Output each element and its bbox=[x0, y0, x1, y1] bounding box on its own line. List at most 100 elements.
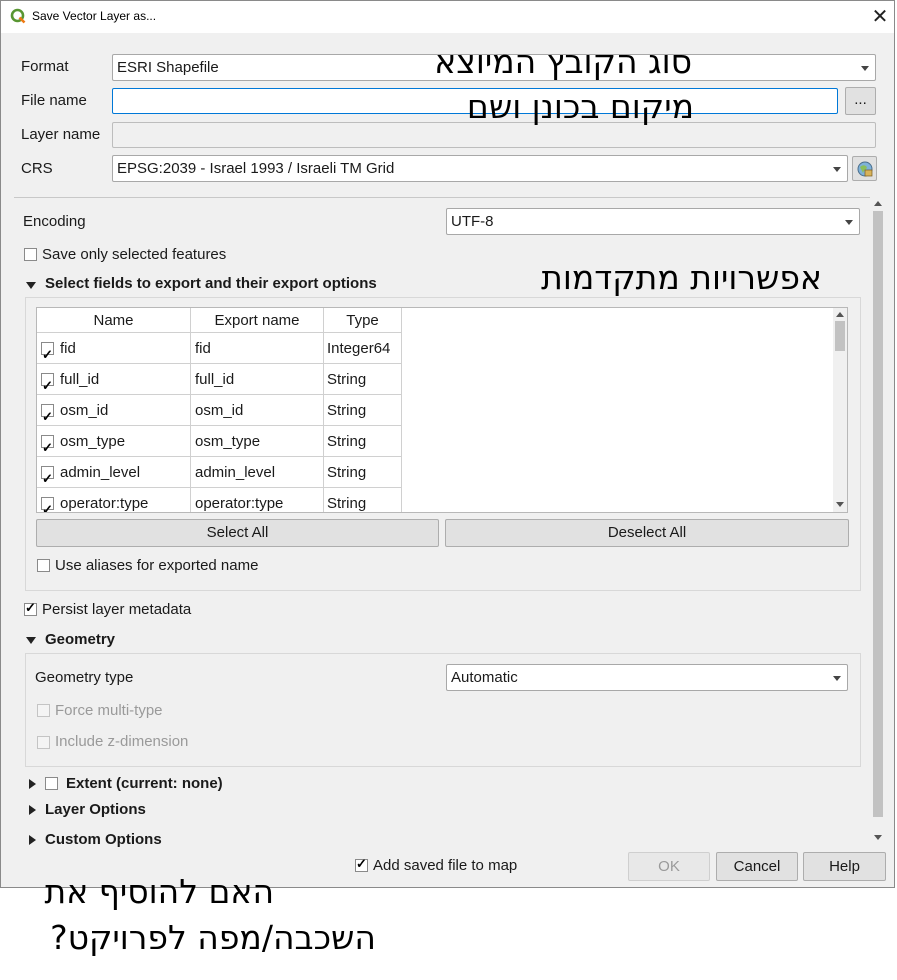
use-aliases-label: Use aliases for exported name bbox=[55, 557, 259, 574]
options-scrollbar[interactable] bbox=[871, 197, 885, 847]
field-checkbox[interactable] bbox=[41, 401, 54, 425]
crs-selector-button[interactable] bbox=[852, 156, 877, 181]
field-export-name[interactable]: osm_id bbox=[191, 395, 324, 426]
browse-button[interactable]: ... bbox=[845, 87, 876, 115]
field-export-name[interactable]: fid bbox=[191, 333, 324, 364]
force-multi-label: Force multi-type bbox=[55, 702, 163, 719]
field-checkbox[interactable] bbox=[41, 339, 54, 363]
save-vector-layer-dialog: Save Vector Layer as... ✕ Format ESRI Sh… bbox=[0, 0, 895, 888]
geometry-type-combobox[interactable]: Automatic bbox=[446, 664, 848, 691]
field-checkbox[interactable] bbox=[41, 432, 54, 456]
field-name: full_id bbox=[60, 371, 100, 388]
field-checkbox[interactable] bbox=[41, 463, 54, 487]
scroll-down-icon[interactable] bbox=[874, 835, 882, 840]
field-type: String bbox=[324, 426, 402, 457]
table-row[interactable]: full_idfull_idString bbox=[37, 364, 402, 395]
field-export-name[interactable]: full_id bbox=[191, 364, 324, 395]
table-row[interactable]: admin_leveladmin_levelString bbox=[37, 457, 402, 488]
help-button[interactable]: Help bbox=[803, 852, 886, 881]
add-to-map-label: Add saved file to map bbox=[373, 857, 518, 874]
collapse-arrow-icon[interactable] bbox=[26, 282, 36, 289]
field-name: admin_level bbox=[60, 464, 141, 481]
geometry-type-label: Geometry type bbox=[35, 669, 134, 686]
filename-annotation: מיקום בכונן ושם bbox=[466, 87, 694, 126]
add-map-annotation-line1: האם להוסיף את bbox=[44, 872, 274, 911]
field-type: String bbox=[324, 457, 402, 488]
scroll-down-icon[interactable] bbox=[836, 502, 844, 507]
field-export-name[interactable]: admin_level bbox=[191, 457, 324, 488]
field-checkbox[interactable] bbox=[41, 370, 54, 394]
format-label: Format bbox=[21, 58, 69, 75]
include-z-label: Include z-dimension bbox=[55, 733, 189, 750]
persist-metadata-checkbox[interactable] bbox=[24, 600, 37, 616]
field-name-cell[interactable]: admin_level bbox=[37, 457, 191, 488]
format-annotation: סוג הקובץ המיוצא bbox=[434, 42, 692, 81]
field-name-cell[interactable]: full_id bbox=[37, 364, 191, 395]
table-row[interactable]: osm_typeosm_typeString bbox=[37, 426, 402, 457]
field-name-cell[interactable]: osm_id bbox=[37, 395, 191, 426]
field-type: String bbox=[324, 395, 402, 426]
layer-options-label: Layer Options bbox=[45, 801, 146, 818]
table-row[interactable]: fidfidInteger64 bbox=[37, 333, 402, 364]
encoding-label: Encoding bbox=[23, 213, 86, 230]
expand-arrow-icon[interactable] bbox=[29, 779, 36, 789]
crs-value: EPSG:2039 - Israel 1993 / Israeli TM Gri… bbox=[117, 160, 395, 177]
crs-label: CRS bbox=[21, 160, 53, 177]
field-export-name[interactable]: osm_type bbox=[191, 426, 324, 457]
table-row[interactable]: operator:typeoperator:typeString bbox=[37, 488, 402, 512]
save-selected-checkbox[interactable] bbox=[24, 248, 37, 261]
ok-button[interactable]: OK bbox=[628, 852, 710, 881]
globe-icon bbox=[857, 161, 873, 177]
scroll-up-icon[interactable] bbox=[836, 312, 844, 317]
table-scrollbar[interactable] bbox=[833, 308, 847, 512]
title-bar: Save Vector Layer as... ✕ bbox=[1, 1, 894, 33]
field-name: operator:type bbox=[60, 495, 149, 512]
column-header-name[interactable]: Name bbox=[37, 308, 191, 333]
field-export-name[interactable]: operator:type bbox=[191, 488, 324, 512]
collapse-arrow-icon[interactable] bbox=[26, 637, 36, 644]
geometry-type-value: Automatic bbox=[451, 669, 518, 686]
column-header-export-name[interactable]: Export name bbox=[191, 308, 324, 333]
custom-options-label: Custom Options bbox=[45, 831, 162, 847]
select-all-button[interactable]: Select All bbox=[36, 519, 439, 547]
expand-arrow-icon[interactable] bbox=[29, 835, 36, 845]
persist-metadata-label: Persist layer metadata bbox=[42, 601, 192, 618]
field-name: osm_id bbox=[60, 402, 109, 419]
format-value: ESRI Shapefile bbox=[117, 59, 219, 76]
custom-options-row: Custom Options bbox=[21, 829, 321, 847]
add-map-annotation-line2: השכבה/מפה לפרויקט? bbox=[50, 918, 376, 957]
field-checkbox[interactable] bbox=[41, 494, 54, 512]
table-row[interactable]: osm_idosm_idString bbox=[37, 395, 402, 426]
scrollbar-thumb[interactable] bbox=[873, 211, 883, 817]
scrollbar-thumb[interactable] bbox=[835, 321, 845, 351]
crs-combobox[interactable]: EPSG:2039 - Israel 1993 / Israeli TM Gri… bbox=[112, 155, 848, 182]
chevron-down-icon bbox=[833, 676, 841, 681]
chevron-down-icon bbox=[833, 167, 841, 172]
add-to-map-checkbox[interactable] bbox=[355, 856, 368, 872]
save-selected-label: Save only selected features bbox=[42, 246, 227, 263]
field-name-cell[interactable]: osm_type bbox=[37, 426, 191, 457]
column-header-type[interactable]: Type bbox=[324, 308, 402, 333]
chevron-down-icon bbox=[845, 220, 853, 225]
encoding-combobox[interactable]: UTF-8 bbox=[446, 208, 860, 235]
fields-table: Name Export name Type fidfidInteger64ful… bbox=[36, 307, 848, 513]
expand-arrow-icon[interactable] bbox=[29, 805, 36, 815]
chevron-down-icon bbox=[861, 66, 869, 71]
deselect-all-button[interactable]: Deselect All bbox=[445, 519, 849, 547]
use-aliases-checkbox[interactable] bbox=[37, 559, 50, 572]
extent-checkbox[interactable] bbox=[45, 777, 58, 790]
scroll-up-icon[interactable] bbox=[874, 201, 882, 206]
field-name-cell[interactable]: operator:type bbox=[37, 488, 191, 512]
field-name: fid bbox=[60, 340, 76, 357]
field-type: String bbox=[324, 364, 402, 395]
close-icon[interactable]: ✕ bbox=[867, 4, 893, 30]
advanced-options-annotation: אפשרויות מתקדמות bbox=[541, 258, 822, 297]
extent-label: Extent (current: none) bbox=[66, 775, 223, 792]
cancel-button[interactable]: Cancel bbox=[716, 852, 798, 881]
force-multi-checkbox[interactable] bbox=[37, 704, 50, 717]
field-name-cell[interactable]: fid bbox=[37, 333, 191, 364]
encoding-value: UTF-8 bbox=[451, 213, 494, 230]
field-type: Integer64 bbox=[324, 333, 402, 364]
include-z-checkbox[interactable] bbox=[37, 736, 50, 749]
window-title: Save Vector Layer as... bbox=[32, 9, 157, 23]
